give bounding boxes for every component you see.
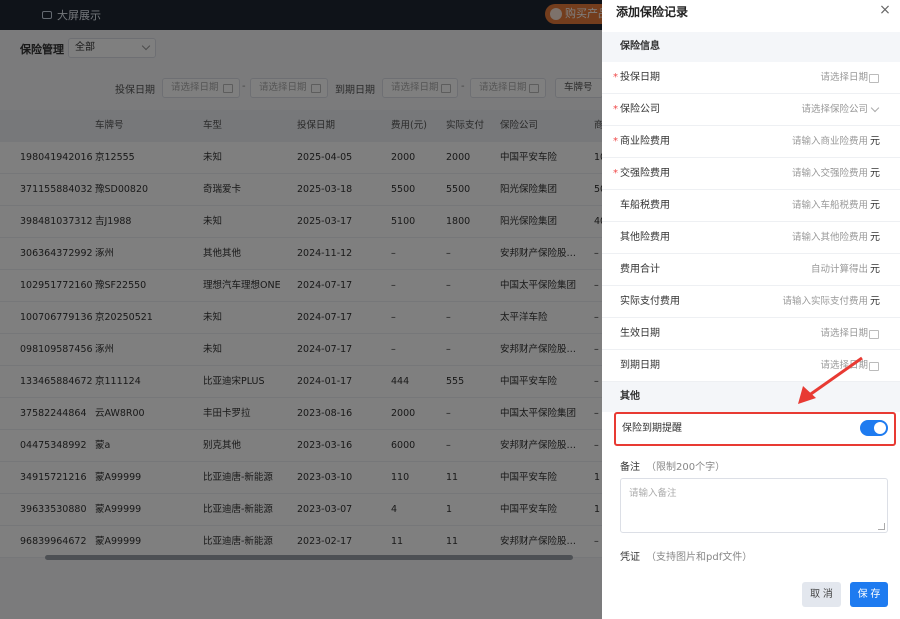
form-field-row[interactable]: 到期日期 请选择日期 (602, 350, 900, 382)
chevron-down-icon (870, 103, 880, 113)
field-label: 保险公司 (620, 104, 660, 115)
add-insurance-drawer: 添加保险记录 × 保险信息 * 投保日期 请选择日期 * 保险公司 请选择保险公司 * 商业险… (602, 0, 900, 619)
certificate-hint: （支持图片和pdf文件） (646, 552, 753, 563)
close-icon[interactable]: × (878, 3, 892, 17)
field-label: 投保日期 (620, 72, 660, 83)
field-label: 费用合计 (620, 264, 660, 275)
field-input[interactable]: 请选择日期 (820, 62, 868, 94)
field-unit: 元 (870, 168, 880, 179)
field-label: 其他险费用 (620, 232, 670, 243)
expiry-reminder-row: 保险到期提醒 (614, 412, 896, 446)
field-input[interactable]: 请输入其他险费用 (792, 222, 868, 254)
form-field-row[interactable]: * 商业险费用 请输入商业险费用元 (602, 126, 900, 158)
field-input[interactable]: 请选择日期 (820, 318, 868, 350)
field-input[interactable]: 请选择保险公司 (801, 94, 868, 126)
field-input[interactable]: 请输入交强险费用 (792, 158, 868, 190)
drawer-title: 添加保险记录 (616, 5, 689, 19)
expiry-reminder-label: 保险到期提醒 (622, 423, 682, 434)
toggle-knob (874, 422, 886, 434)
save-button[interactable]: 保 存 (850, 582, 888, 607)
form-field-row[interactable]: * 保险公司 请选择保险公司 (602, 94, 900, 126)
form-field-row[interactable]: 生效日期 请选择日期 (602, 318, 900, 350)
field-input[interactable]: 请选择日期 (820, 350, 868, 382)
note-label: 备注 （限制200个字） (620, 462, 726, 473)
certificate-label: 凭证 （支持图片和pdf文件） (620, 552, 753, 563)
field-input[interactable]: 请输入车船税费用 (792, 190, 868, 222)
field-unit: 元 (870, 264, 880, 275)
field-unit: 元 (870, 200, 880, 211)
section-other: 其他 (602, 382, 900, 412)
form-field-row[interactable]: 费用合计 自动计算得出元 (602, 254, 900, 286)
required-mark: * (613, 168, 618, 179)
expiry-reminder-toggle[interactable] (860, 420, 888, 436)
field-input[interactable]: 请输入实际支付费用 (782, 286, 868, 318)
field-label: 生效日期 (620, 328, 660, 339)
section-insurance-info: 保险信息 (602, 32, 900, 62)
field-label: 车船税费用 (620, 200, 670, 211)
field-label: 实际支付费用 (620, 296, 680, 307)
required-mark: * (613, 72, 618, 83)
form-field-row[interactable]: * 交强险费用 请输入交强险费用元 (602, 158, 900, 190)
note-textarea[interactable]: 请输入备注 (620, 478, 888, 533)
field-label: 到期日期 (620, 360, 660, 371)
field-unit: 元 (870, 296, 880, 307)
calendar-icon (869, 362, 879, 371)
required-mark: * (613, 136, 618, 147)
resize-grip-icon[interactable] (878, 523, 885, 530)
form-field-row[interactable]: 其他险费用 请输入其他险费用元 (602, 222, 900, 254)
field-label: 交强险费用 (620, 168, 670, 179)
form-field-row[interactable]: 车船税费用 请输入车船税费用元 (602, 190, 900, 222)
required-mark: * (613, 104, 618, 115)
field-input[interactable]: 自动计算得出 (811, 254, 868, 286)
note-hint: （限制200个字） (646, 462, 726, 473)
calendar-icon (869, 330, 879, 339)
field-label: 商业险费用 (620, 136, 670, 147)
form-field-row[interactable]: 实际支付费用 请输入实际支付费用元 (602, 286, 900, 318)
cancel-button[interactable]: 取 消 (802, 582, 841, 607)
field-input[interactable]: 请输入商业险费用 (792, 126, 868, 158)
field-unit: 元 (870, 136, 880, 147)
field-unit: 元 (870, 232, 880, 243)
calendar-icon (869, 74, 879, 83)
form-field-row[interactable]: * 投保日期 请选择日期 (602, 62, 900, 94)
